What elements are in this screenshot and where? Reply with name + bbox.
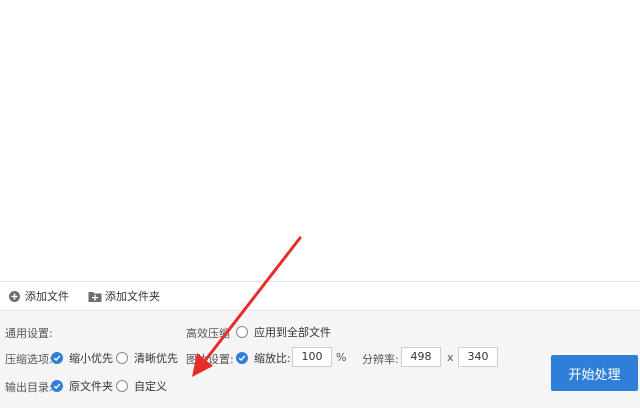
check-icon: [51, 380, 63, 392]
times-sign: x: [447, 351, 454, 364]
apply-all-radio[interactable]: 应用到全部文件: [236, 324, 331, 340]
radio-unchecked: [116, 352, 128, 364]
dir-original-radio[interactable]: 原文件夹: [51, 378, 113, 394]
option-clear-radio[interactable]: 清晰优先: [116, 350, 178, 366]
toolbar: 添加文件 添加文件夹: [0, 282, 640, 311]
file-list-area[interactable]: [0, 0, 640, 282]
option-clear-label: 清晰优先: [134, 352, 178, 365]
compress-options-label: 压缩选项:: [5, 353, 53, 366]
height-input[interactable]: 340: [458, 347, 498, 367]
add-file-button[interactable]: 添加文件: [8, 288, 69, 304]
option-small-radio[interactable]: 缩小优先: [51, 350, 113, 366]
percent-unit: %: [336, 351, 347, 364]
general-settings-label: 通用设置:: [5, 327, 53, 340]
image-settings-label: 图片设置:: [186, 353, 234, 366]
start-process-button[interactable]: 开始处理: [551, 355, 638, 391]
radio-unchecked: [236, 326, 248, 338]
dir-original-label: 原文件夹: [69, 380, 113, 393]
add-file-label: 添加文件: [25, 290, 69, 303]
resolution-label: 分辨率:: [362, 353, 399, 366]
check-icon: [236, 352, 248, 364]
dir-custom-label: 自定义: [134, 380, 167, 393]
add-folder-button[interactable]: 添加文件夹: [88, 288, 160, 304]
scale-radio[interactable]: 缩放比:: [236, 350, 291, 366]
width-input[interactable]: 498: [401, 347, 441, 367]
scale-label: 缩放比:: [254, 352, 291, 365]
option-small-label: 缩小优先: [69, 352, 113, 365]
apply-all-label: 应用到全部文件: [254, 326, 331, 339]
output-dir-label: 输出目录:: [5, 381, 53, 394]
scale-input[interactable]: 100: [292, 347, 332, 367]
plus-circle-icon: [8, 290, 21, 303]
radio-unchecked: [116, 380, 128, 392]
check-icon: [51, 352, 63, 364]
high-compress-label: 高效压缩: [186, 327, 230, 340]
dir-custom-radio[interactable]: 自定义: [116, 378, 167, 394]
folder-plus-icon: [88, 290, 102, 303]
add-folder-label: 添加文件夹: [105, 290, 160, 303]
